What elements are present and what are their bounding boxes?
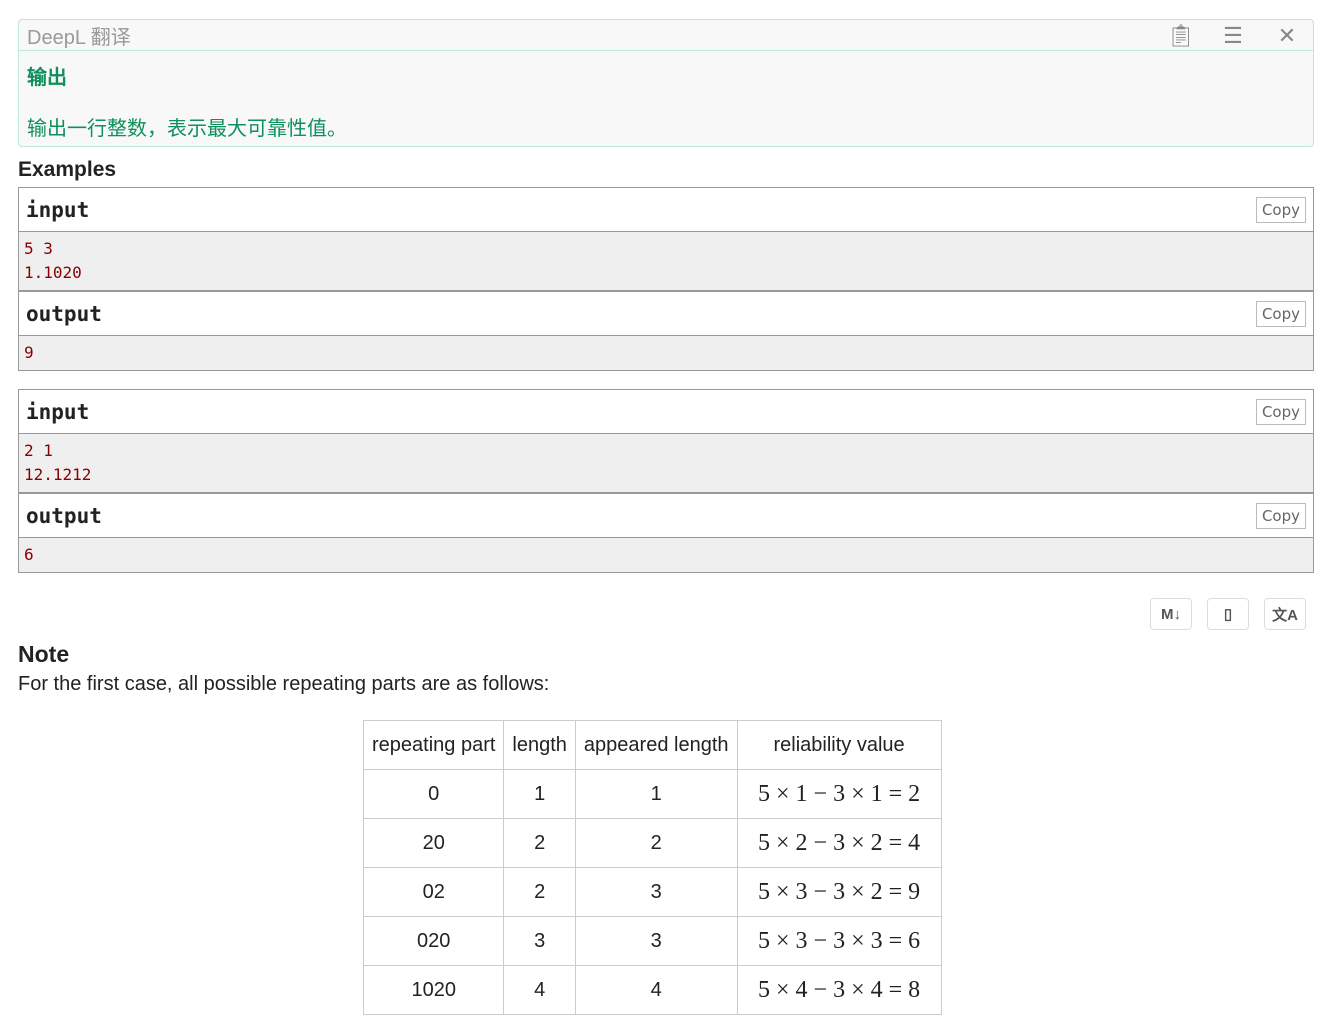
translate-button[interactable]: 文A (1264, 598, 1306, 630)
example-2: input Copy 2 1 12.1212 output Copy 6 (18, 389, 1314, 573)
table-cell: 5 × 1 − 3 × 1 = 2 (736, 769, 942, 819)
table-cell: 3 (574, 916, 738, 966)
table-row: 02 2 3 5 × 3 − 3 × 2 = 9 (362, 867, 942, 917)
deepl-title: DeepL 翻译 (27, 26, 131, 49)
column-header: appeared length (574, 720, 738, 770)
translate-icon: 文A (1272, 606, 1298, 624)
table-row: 1020 4 4 5 × 4 − 3 × 4 = 8 (362, 965, 942, 1015)
output-label: output (26, 301, 102, 326)
clipboard-icon[interactable]: 📋︎ (1167, 23, 1195, 49)
table-cell: 3 (574, 867, 738, 917)
table-row: 20 2 2 5 × 2 − 3 × 2 = 4 (362, 818, 942, 868)
example-1: input Copy 5 3 1.1020 output Copy 9 (18, 187, 1314, 371)
table-cell: 20 (362, 818, 505, 868)
table-cell: 5 × 3 − 3 × 3 = 6 (736, 916, 942, 966)
input-line: 1.1020 (24, 263, 82, 282)
table-cell: 3 (503, 916, 576, 966)
table-cell: 2 (574, 818, 738, 868)
output-value: 6 (19, 538, 1313, 572)
markdown-button[interactable]: M↓ (1150, 598, 1192, 630)
clipboard-icon: ▯ (1223, 606, 1233, 623)
deepl-panel: DeepL 翻译 📋︎ ☰ ✕ 输出 输出一行整数，表示最大可靠性值。 (18, 19, 1314, 147)
column-header: length (503, 720, 576, 770)
output-value: 9 (19, 336, 1313, 370)
table-row: 020 3 3 5 × 3 − 3 × 3 = 6 (362, 916, 942, 966)
table-cell: 2 (503, 867, 576, 917)
column-header: repeating part (362, 720, 505, 770)
input-line: 2 1 (24, 441, 53, 460)
table-cell: 4 (574, 965, 738, 1015)
input-label: input (26, 197, 90, 222)
examples-title: Examples (18, 158, 117, 181)
table-cell: 1 (503, 769, 576, 819)
copy-button[interactable]: Copy (1255, 300, 1306, 327)
table-cell: 5 × 2 − 3 × 2 = 4 (736, 818, 942, 868)
table-cell: 4 (503, 965, 576, 1015)
input-line: 5 3 (24, 239, 53, 258)
input-line: 12.1212 (24, 465, 92, 484)
copy-button[interactable]: Copy (1255, 502, 1306, 529)
menu-icon[interactable]: ☰ (1221, 23, 1245, 49)
table-row: 0115 × 1 − 3 × 1 = 2 (362, 769, 942, 819)
table-cell: 1 (574, 769, 738, 819)
copy-button[interactable]: Copy (1255, 398, 1306, 425)
clipboard-button[interactable]: ▯ (1207, 598, 1249, 630)
copy-button[interactable]: Copy (1255, 196, 1306, 223)
table-cell: 020 (362, 916, 505, 966)
table-cell: 2 (503, 818, 576, 868)
table-cell: 02 (362, 867, 505, 917)
table-cell: 0 (362, 769, 505, 819)
column-header: reliability value (736, 720, 942, 770)
input-label: input (26, 399, 90, 424)
note-text: For the first case, all possible repeati… (18, 673, 550, 695)
table-cell: 5 × 4 − 3 × 4 = 8 (736, 965, 942, 1015)
output-translation: 输出一行整数，表示最大可靠性值。 (27, 118, 347, 140)
note-title: Note (18, 641, 70, 667)
close-icon[interactable]: ✕ (1275, 23, 1299, 49)
output-label: output (26, 503, 102, 528)
output-heading: 输出 (27, 67, 67, 89)
table-cell: 5 × 3 − 3 × 2 = 9 (736, 867, 942, 917)
table-cell: 1020 (362, 965, 505, 1015)
repeating-parts-table: repeating part length appeared length relia… (362, 720, 942, 1015)
